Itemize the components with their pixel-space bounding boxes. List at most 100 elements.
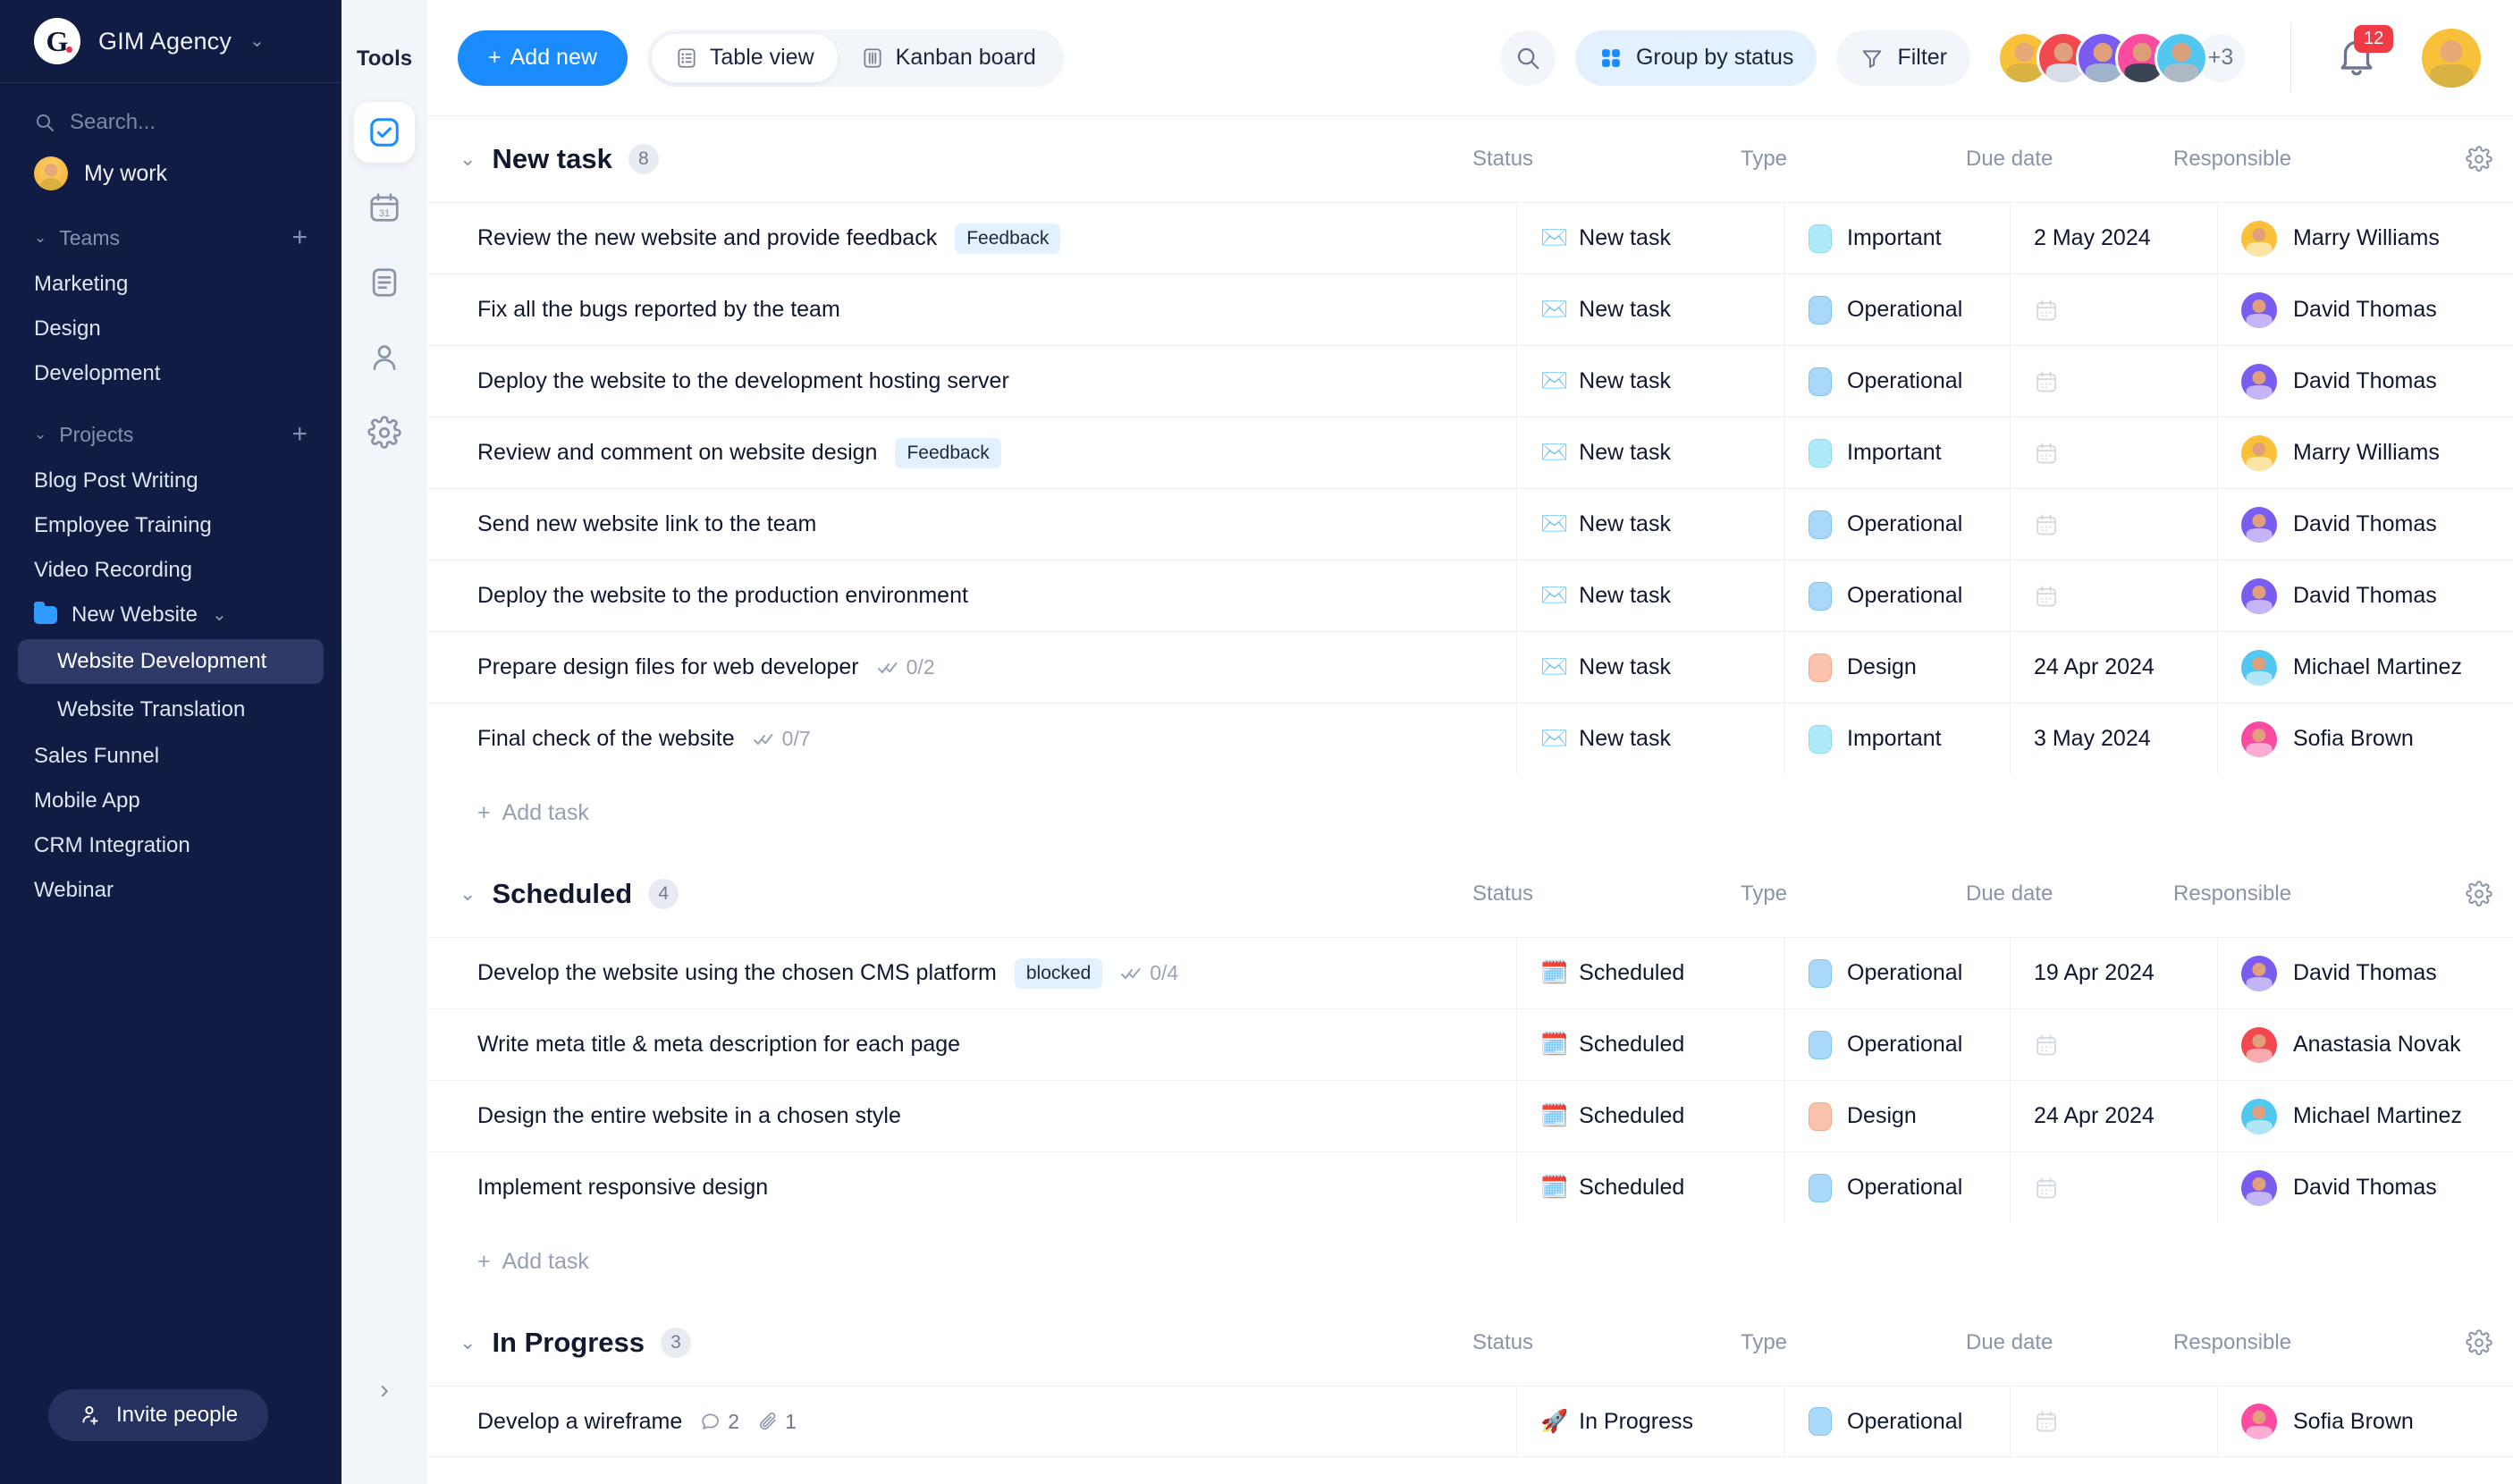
task-status-cell[interactable]: ✉️ New task (1517, 489, 1785, 560)
table-row[interactable]: Develop a wireframe 2 1 🚀 In Progress Operati… (427, 1386, 2513, 1457)
rail-item-calendar[interactable]: 31 (354, 177, 415, 238)
task-type-cell[interactable]: Design (1785, 632, 2011, 703)
task-status-cell[interactable]: ✉️ New task (1517, 274, 1785, 345)
sidebar-item-crm-integration[interactable]: CRM Integration (0, 823, 342, 868)
chevron-down-icon[interactable]: ⌄ (460, 1331, 476, 1354)
task-name-cell[interactable]: Final check of the website 0/7 (427, 704, 1517, 774)
rail-item-settings[interactable] (354, 402, 415, 463)
profile-avatar[interactable] (2422, 28, 2481, 88)
task-due-date-cell[interactable]: 19 Apr 2024 (2011, 938, 2218, 1008)
group-by-status-button[interactable]: Group by status (1574, 30, 1817, 86)
task-name-cell[interactable]: Deploy the website to the development ho… (427, 346, 1517, 417)
sidebar-item-sales-funnel[interactable]: Sales Funnel (0, 734, 342, 779)
task-group-header[interactable]: ⌄ Scheduled 4 Status Type Due date Responsible (427, 851, 2513, 937)
task-type-cell[interactable]: Operational (1785, 938, 2011, 1008)
workspace-switcher[interactable]: G GIM Agency ⌄ (0, 0, 342, 83)
task-group-header[interactable]: ⌄ In Progress 3 Status Type Due date Responsib… (427, 1300, 2513, 1386)
column-settings-button[interactable] (2445, 146, 2513, 173)
task-responsible-cell[interactable]: Sofia Brown (2218, 1387, 2513, 1456)
notifications-button[interactable]: 12 (2334, 24, 2394, 82)
task-responsible-cell[interactable]: David Thomas (2218, 274, 2513, 345)
filter-button[interactable]: Filter (1836, 30, 1970, 86)
search-input[interactable]: Search... (0, 83, 342, 144)
task-responsible-cell[interactable]: David Thomas (2218, 346, 2513, 417)
table-row[interactable]: Send new website link to the team ✉️ New t… (427, 488, 2513, 560)
task-status-cell[interactable]: 🚀 In Progress (1517, 1387, 1785, 1456)
task-type-cell[interactable]: Operational (1785, 561, 2011, 631)
chevron-right-icon[interactable]: › (380, 1375, 389, 1405)
task-due-date-cell[interactable] (2011, 274, 2218, 345)
task-due-date-cell[interactable]: 24 Apr 2024 (2011, 632, 2218, 703)
chevron-down-icon[interactable]: ⌄ (460, 148, 476, 171)
sidebar-item-design[interactable]: Design (0, 307, 342, 351)
add-project-button[interactable]: + (291, 421, 308, 448)
rail-item-tasks[interactable] (354, 102, 415, 163)
task-type-cell[interactable]: Operational (1785, 274, 2011, 345)
table-row[interactable]: Deploy the website to the development ho… (427, 345, 2513, 417)
task-status-cell[interactable]: ✉️ New task (1517, 346, 1785, 417)
sidebar-item-new-website[interactable]: New Website ⌄ (0, 593, 342, 637)
tab-table-view[interactable]: Table view (651, 33, 838, 82)
task-type-cell[interactable]: Operational (1785, 1152, 2011, 1223)
task-responsible-cell[interactable]: Sofia Brown (2218, 704, 2513, 774)
task-due-date-cell[interactable]: 3 May 2024 (2011, 704, 2218, 774)
task-status-cell[interactable]: 🗓️ Scheduled (1517, 938, 1785, 1008)
task-name-cell[interactable]: Develop a wireframe 2 1 (427, 1387, 1517, 1456)
task-due-date-cell[interactable] (2011, 346, 2218, 417)
task-type-cell[interactable]: Design (1785, 1081, 2011, 1151)
task-status-cell[interactable]: 🗓️ Scheduled (1517, 1081, 1785, 1151)
task-status-cell[interactable]: ✉️ New task (1517, 632, 1785, 703)
sidebar-item-employee-training[interactable]: Employee Training (0, 503, 342, 548)
task-responsible-cell[interactable]: David Thomas (2218, 938, 2513, 1008)
task-type-cell[interactable]: Important (1785, 203, 2011, 274)
tab-kanban-board[interactable]: Kanban board (838, 34, 1059, 82)
table-row[interactable]: Implement responsive design 🗓️ Scheduled Op… (427, 1151, 2513, 1223)
rail-item-contacts[interactable] (354, 327, 415, 388)
search-button[interactable] (1499, 30, 1556, 86)
avatar[interactable] (2155, 30, 2208, 85)
task-name-cell[interactable]: Review and comment on website design Feed… (427, 417, 1517, 488)
task-status-cell[interactable]: 🗓️ Scheduled (1517, 1009, 1785, 1080)
task-name-cell[interactable]: Design the entire website in a chosen st… (427, 1081, 1517, 1151)
task-due-date-cell[interactable]: 2 May 2024 (2011, 203, 2218, 274)
task-tag[interactable]: blocked (1014, 957, 1103, 989)
table-row[interactable]: Prepare design files for web developer 0/… (427, 631, 2513, 703)
task-responsible-cell[interactable]: Marry Williams (2218, 417, 2513, 488)
table-row[interactable]: Write meta title & meta description for … (427, 1008, 2513, 1080)
task-responsible-cell[interactable]: Michael Martinez (2218, 632, 2513, 703)
task-due-date-cell[interactable] (2011, 561, 2218, 631)
gear-icon[interactable] (2466, 146, 2492, 173)
sidebar-section-projects[interactable]: ⌄ Projects + (0, 396, 342, 459)
task-group-header[interactable]: ⌄ New task 8 Status Type Due date Responsible (427, 116, 2513, 202)
table-row[interactable]: Review the new website and provide feedb… (427, 202, 2513, 274)
task-type-cell[interactable]: Operational (1785, 1387, 2011, 1456)
task-due-date-cell[interactable]: 24 Apr 2024 (2011, 1081, 2218, 1151)
sidebar-section-teams[interactable]: ⌄ Teams + (0, 199, 342, 262)
sidebar-item-mobile-app[interactable]: Mobile App (0, 779, 342, 823)
chevron-down-icon[interactable]: ⌄ (212, 606, 227, 624)
task-name-cell[interactable]: Implement responsive design (427, 1152, 1517, 1223)
column-settings-button[interactable] (2445, 881, 2513, 907)
gear-icon[interactable] (2466, 1329, 2492, 1356)
invite-people-button[interactable]: Invite people (48, 1389, 269, 1441)
task-due-date-cell[interactable] (2011, 1009, 2218, 1080)
task-type-cell[interactable]: Operational (1785, 489, 2011, 560)
table-row[interactable]: Fix all the bugs reported by the team ✉️ N… (427, 274, 2513, 345)
task-responsible-cell[interactable]: David Thomas (2218, 1152, 2513, 1223)
task-responsible-cell[interactable]: Marry Williams (2218, 203, 2513, 274)
task-name-cell[interactable]: Develop the website using the chosen CMS… (427, 938, 1517, 1008)
table-row[interactable]: Review and comment on website design Feed… (427, 417, 2513, 488)
table-row[interactable]: Deploy the website to the production env… (427, 560, 2513, 631)
sidebar-item-blog-post-writing[interactable]: Blog Post Writing (0, 459, 342, 503)
sidebar-item-development[interactable]: Development (0, 351, 342, 396)
rail-item-documents[interactable] (354, 252, 415, 313)
table-row[interactable]: Final check of the website 0/7 ✉️ New task I… (427, 703, 2513, 774)
task-type-cell[interactable]: Important (1785, 417, 2011, 488)
sidebar-item-website-development[interactable]: Website Development (18, 639, 324, 684)
task-type-cell[interactable]: Operational (1785, 346, 2011, 417)
task-due-date-cell[interactable] (2011, 1152, 2218, 1223)
chevron-down-icon[interactable]: ⌄ (460, 882, 476, 906)
task-due-date-cell[interactable] (2011, 1387, 2218, 1456)
add-team-button[interactable]: + (291, 224, 308, 251)
add-task-button[interactable]: + Add task (427, 774, 2513, 851)
